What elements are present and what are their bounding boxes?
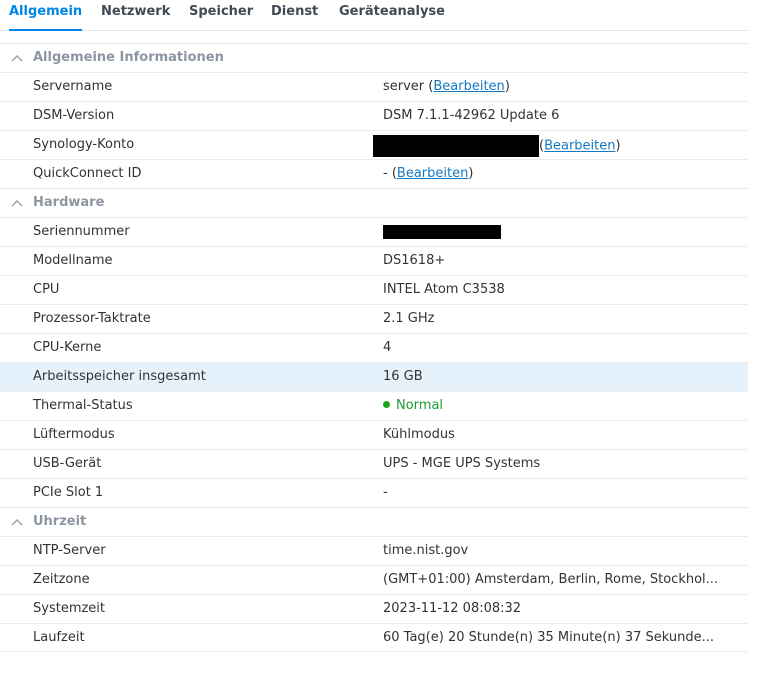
row-uptime: Laufzeit 60 Tag(e) 20 Stunde(n) 35 Minut… xyxy=(0,623,748,652)
tab-netzwerk[interactable]: Netzwerk xyxy=(101,4,170,30)
row-cores: CPU-Kerne 4 xyxy=(0,333,748,362)
row-systime: Systemzeit 2023-11-12 08:08:32 xyxy=(0,594,748,623)
row-value: - xyxy=(383,485,388,500)
section-header-time[interactable]: Uhrzeit xyxy=(0,507,748,536)
row-value: 60 Tag(e) 20 Stunde(n) 35 Minute(n) 37 S… xyxy=(383,630,714,645)
row-label: QuickConnect ID xyxy=(33,166,142,181)
row-value: (Bearbeiten) xyxy=(373,135,621,157)
row-value: DS1618+ xyxy=(383,253,446,268)
row-label: Seriennummer xyxy=(33,224,130,239)
edit-servername-link[interactable]: Bearbeiten xyxy=(433,79,504,94)
row-memory[interactable]: Arbeitsspeicher insgesamt 16 GB xyxy=(0,362,748,391)
tab-geraeteanalyse[interactable]: Geräteanalyse xyxy=(339,4,445,30)
row-thermal: Thermal-Status Normal xyxy=(0,391,748,420)
row-clock: Prozessor-Taktrate 2.1 GHz xyxy=(0,304,748,333)
row-model: Modellname DS1618+ xyxy=(0,246,748,275)
section-title: Uhrzeit xyxy=(33,514,87,529)
tab-bar: Allgemein Netzwerk Speicher Dienst Gerät… xyxy=(0,0,748,31)
row-servername: Servername server (Bearbeiten) xyxy=(0,72,748,101)
row-serial: Seriennummer xyxy=(0,217,748,246)
edit-quickconnect-link[interactable]: Bearbeiten xyxy=(397,166,468,181)
row-label: Arbeitsspeicher insgesamt xyxy=(33,369,206,384)
row-usb: USB-Gerät UPS - MGE UPS Systems xyxy=(0,449,748,478)
row-ntp: NTP-Server time.nist.gov xyxy=(0,536,748,565)
chevron-up-icon xyxy=(11,54,23,62)
row-label: Systemzeit xyxy=(33,601,106,616)
row-value: time.nist.gov xyxy=(383,543,469,558)
row-label: Zeitzone xyxy=(33,572,90,587)
row-value: Kühlmodus xyxy=(383,427,455,442)
row-value: 2.1 GHz xyxy=(383,311,435,326)
tab-dienst[interactable]: Dienst xyxy=(271,4,318,30)
row-label: Laufzeit xyxy=(33,630,85,645)
section-title: Hardware xyxy=(33,195,105,210)
row-label: CPU-Kerne xyxy=(33,340,102,355)
row-label: Servername xyxy=(33,79,113,94)
row-label: Thermal-Status xyxy=(33,398,133,413)
row-value xyxy=(383,224,501,239)
row-dsm-version: DSM-Version DSM 7.1.1-42962 Update 6 xyxy=(0,101,748,130)
row-value: INTEL Atom C3538 xyxy=(383,282,505,297)
redacted-block xyxy=(373,135,539,157)
row-value: (GMT+01:00) Amsterdam, Berlin, Rome, Sto… xyxy=(383,572,719,587)
quickconnect-value: - xyxy=(383,166,388,181)
section-header-general[interactable]: Allgemeine Informationen xyxy=(0,43,748,72)
row-label: USB-Gerät xyxy=(33,456,102,471)
row-quickconnect: QuickConnect ID - (Bearbeiten) xyxy=(0,159,748,188)
row-value: DSM 7.1.1-42962 Update 6 xyxy=(383,108,560,123)
edit-account-link[interactable]: Bearbeiten xyxy=(544,139,615,154)
row-label: DSM-Version xyxy=(33,108,115,123)
row-value: 4 xyxy=(383,340,392,355)
tab-speicher[interactable]: Speicher xyxy=(189,4,253,30)
row-cpu: CPU INTEL Atom C3538 xyxy=(0,275,748,304)
row-label: Prozessor-Taktrate xyxy=(33,311,151,326)
chevron-up-icon xyxy=(11,518,23,526)
redacted-block xyxy=(383,224,501,239)
row-value: 16 GB xyxy=(383,369,423,384)
row-value: Normal xyxy=(383,398,443,413)
row-label: CPU xyxy=(33,282,60,297)
row-value: UPS - MGE UPS Systems xyxy=(383,456,541,471)
row-synology-account: Synology-Konto (Bearbeiten) xyxy=(0,130,748,159)
row-label: NTP-Server xyxy=(33,543,106,558)
row-pcie: PCIe Slot 1 - xyxy=(0,478,748,507)
info-list: Allgemeine Informationen Servername serv… xyxy=(0,43,748,652)
status-dot-icon xyxy=(383,401,390,408)
tab-allgemein[interactable]: Allgemein xyxy=(9,4,83,31)
thermal-status: Normal xyxy=(396,398,444,413)
row-label: Lüftermodus xyxy=(33,427,115,442)
row-timezone: Zeitzone (GMT+01:00) Amsterdam, Berlin, … xyxy=(0,565,748,594)
row-fan: Lüftermodus Kühlmodus xyxy=(0,420,748,449)
servername-value: server xyxy=(383,79,425,94)
row-value: - (Bearbeiten) xyxy=(383,166,474,181)
chevron-up-icon xyxy=(11,199,23,207)
row-label: Synology-Konto xyxy=(33,137,135,152)
row-label: Modellname xyxy=(33,253,113,268)
row-label: PCIe Slot 1 xyxy=(33,485,104,500)
row-value: 2023-11-12 08:08:32 xyxy=(383,601,522,616)
section-title: Allgemeine Informationen xyxy=(33,50,224,65)
section-header-hardware[interactable]: Hardware xyxy=(0,188,748,217)
row-value: server (Bearbeiten) xyxy=(383,79,510,94)
